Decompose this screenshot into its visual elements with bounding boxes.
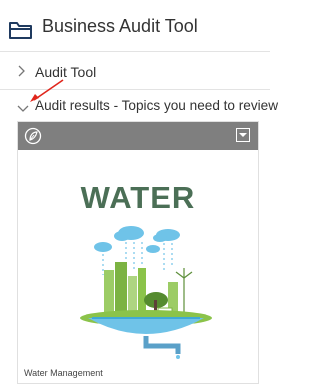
- card-header-bar: [18, 122, 258, 150]
- chevron-right-icon: [16, 64, 26, 83]
- app-header: Business Audit Tool: [0, 0, 270, 52]
- folder-icon: [9, 21, 33, 44]
- section-label: Audit results - Topics you need to revie…: [35, 98, 279, 113]
- card-caption: Water Management: [24, 368, 103, 378]
- red-arrow-icon: [26, 78, 66, 109]
- dropdown-menu-icon[interactable]: [236, 128, 250, 142]
- topic-card[interactable]: WATER Water Management: [17, 121, 259, 384]
- leaf-circle-icon: [24, 127, 42, 150]
- water-illustration: WATER: [18, 150, 258, 360]
- page-title: Business Audit Tool: [42, 16, 198, 36]
